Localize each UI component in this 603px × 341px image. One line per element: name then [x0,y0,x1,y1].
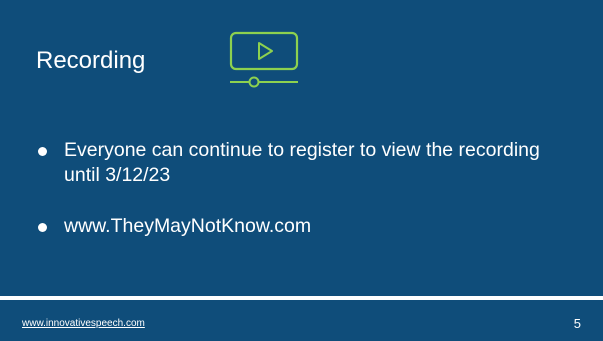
bullet-item: Everyone can continue to register to vie… [36,138,576,188]
bullet-text: Everyone can continue to register to vie… [64,139,540,186]
video-play-icon [229,31,299,88]
footer-divider [0,296,603,300]
slide: Recording Everyone can continue to regis… [0,0,603,341]
slide-title: Recording [36,47,146,74]
bullet-dot-icon [38,223,47,232]
page-number: 5 [573,316,581,331]
bullet-list: Everyone can continue to register to vie… [36,138,576,265]
bullet-text: www.TheyMayNotKnow.com [64,215,312,237]
bullet-item: www.TheyMayNotKnow.com [36,214,576,239]
footer-website-link[interactable]: www.innovativespeech.com [22,318,145,329]
bullet-dot-icon [38,147,47,156]
